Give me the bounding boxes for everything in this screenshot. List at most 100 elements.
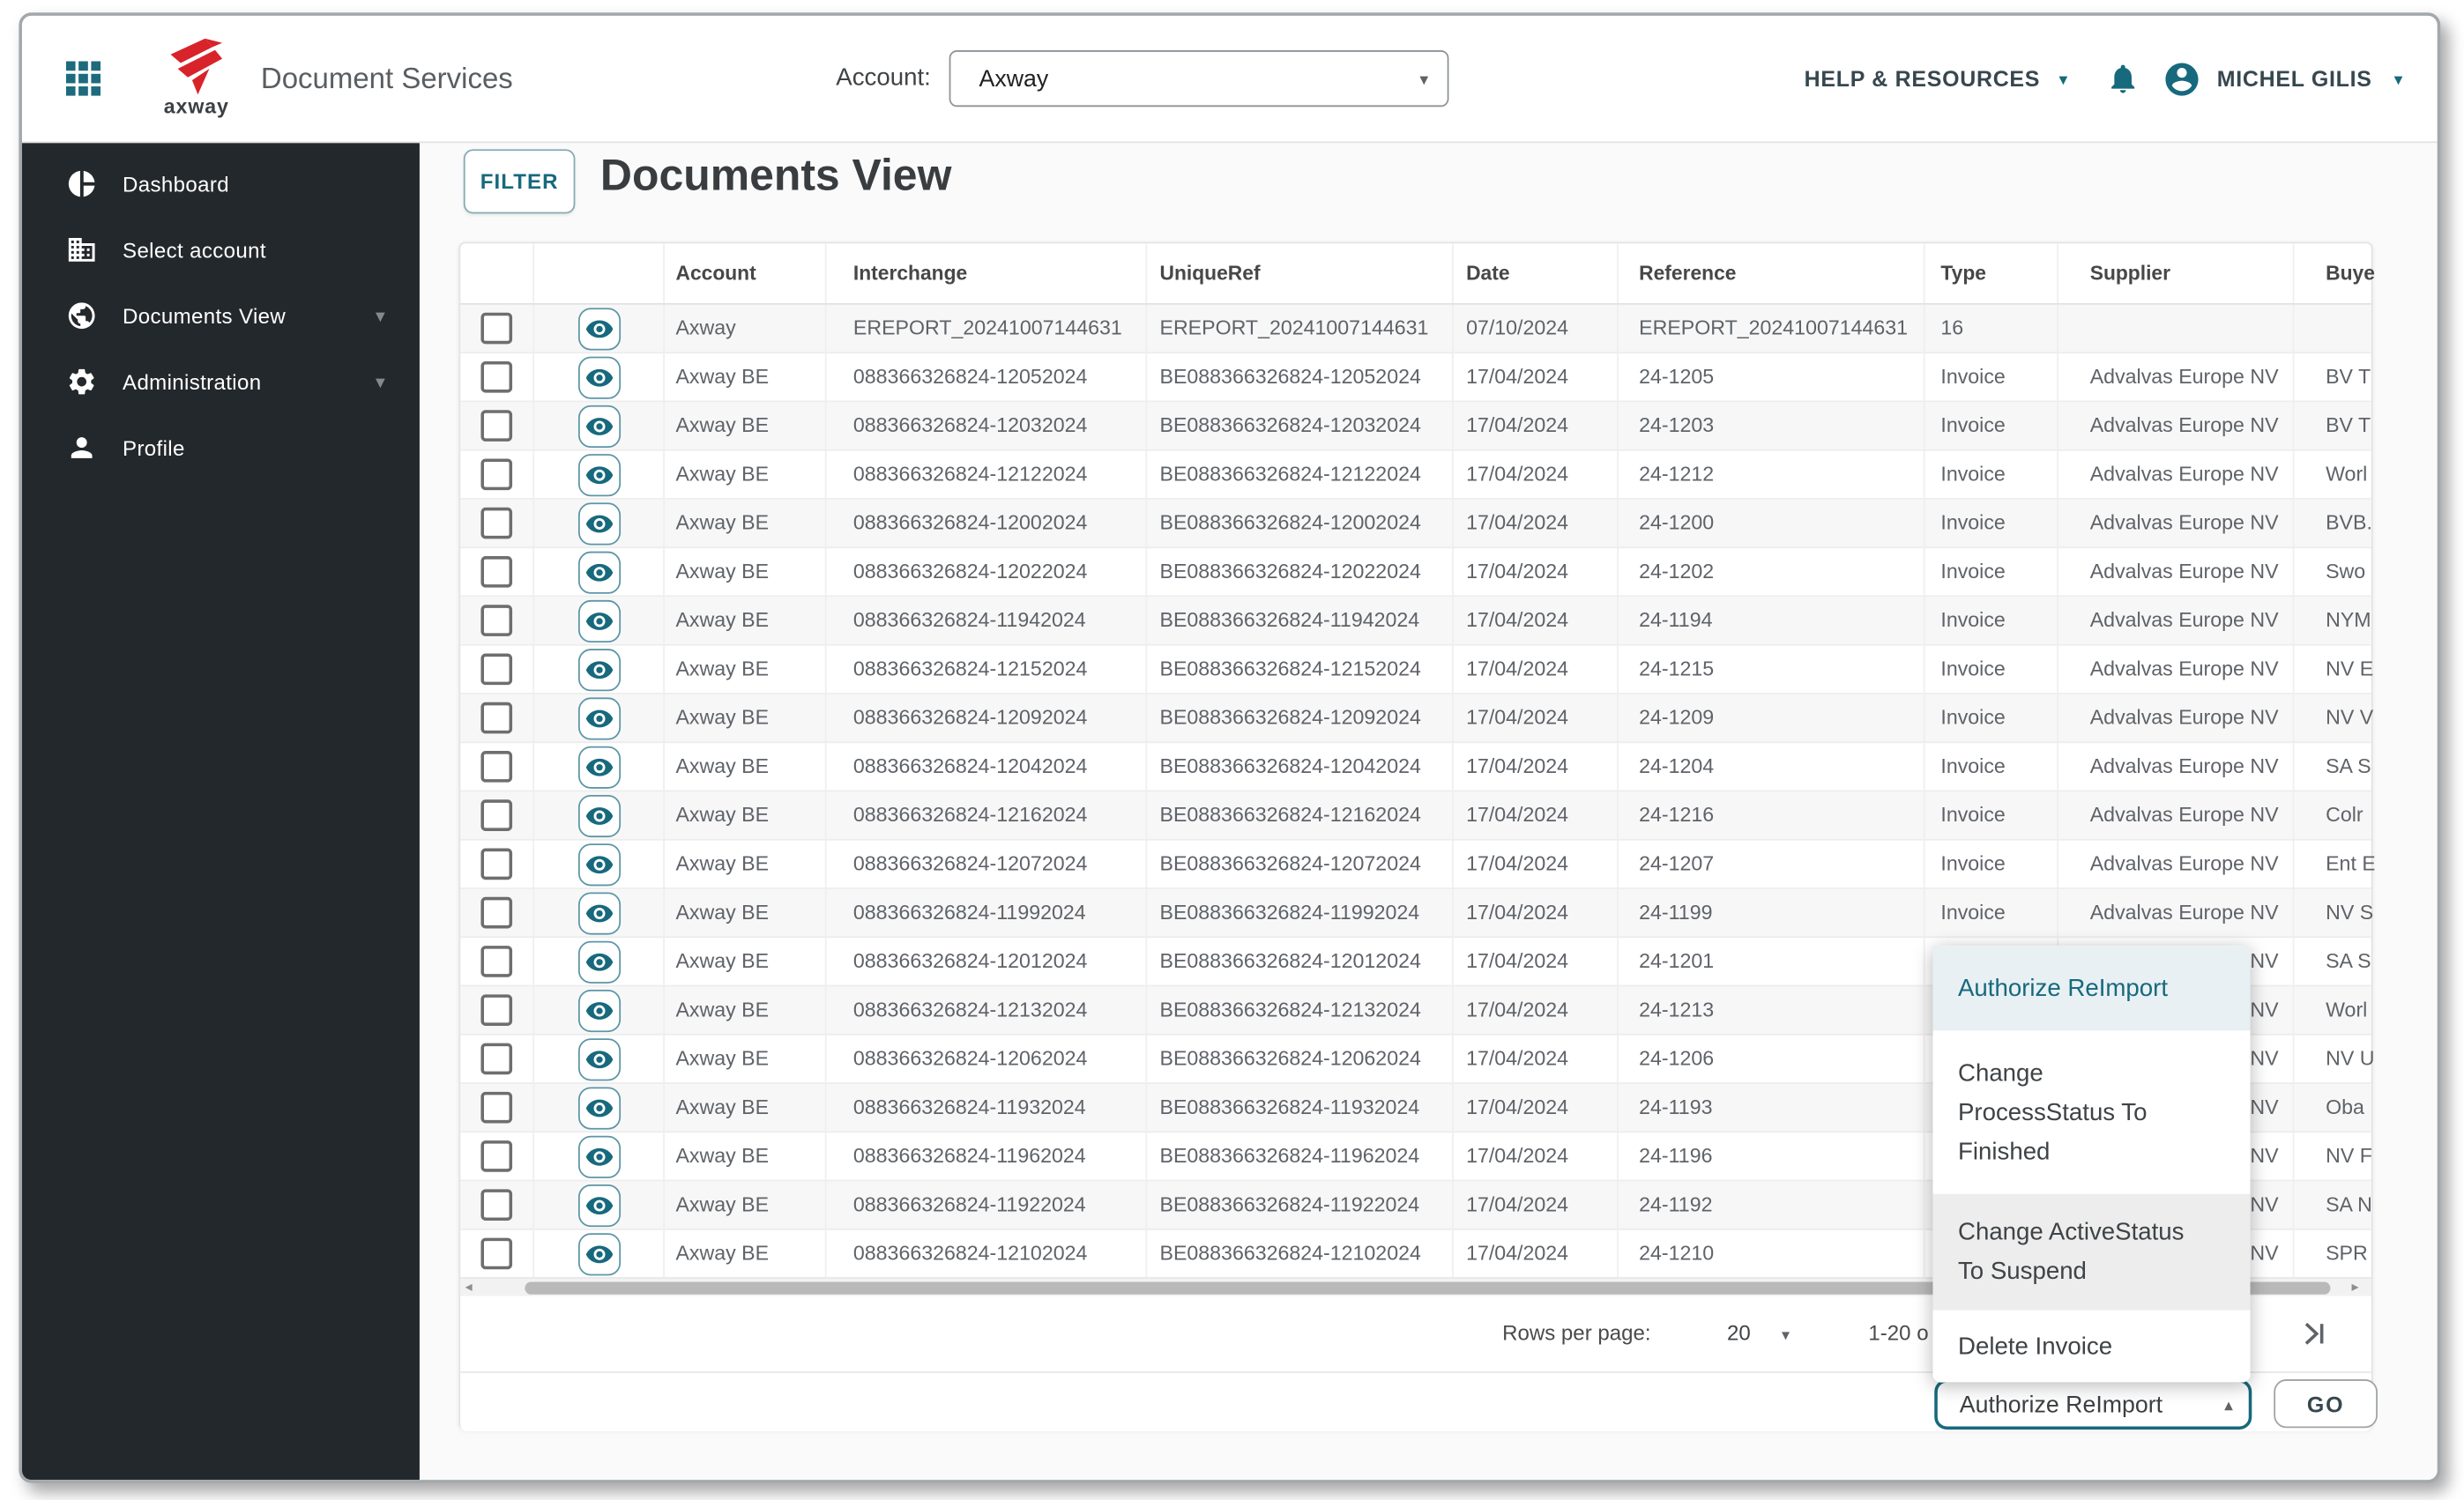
view-document-button[interactable]: [577, 939, 621, 983]
row-checkbox-cell: [460, 1181, 535, 1229]
view-document-button[interactable]: [577, 501, 621, 545]
view-document-button[interactable]: [577, 307, 621, 350]
menu-item-change-activestatus-suspend[interactable]: Change ActiveStatus To Suspend: [1932, 1193, 2251, 1311]
sidebar-item-administration[interactable]: Administration ▾: [22, 349, 420, 415]
sidebar-item-select-account[interactable]: Select account: [22, 217, 420, 283]
row-checkbox[interactable]: [480, 410, 513, 442]
cell-interchange: 088366326824-12032024: [827, 402, 1148, 449]
row-checkbox[interactable]: [480, 799, 513, 831]
row-view-cell: [534, 402, 665, 449]
view-document-button[interactable]: [577, 550, 621, 593]
cell-date: 17/04/2024: [1454, 450, 1619, 499]
view-document-button[interactable]: [577, 1232, 621, 1275]
cell-interchange: 088366326824-12132024: [827, 986, 1148, 1034]
row-checkbox[interactable]: [480, 360, 513, 393]
row-checkbox[interactable]: [480, 556, 513, 588]
row-checkbox[interactable]: [480, 1140, 513, 1172]
chevron-down-icon[interactable]: ▾: [376, 371, 385, 393]
view-document-button[interactable]: [577, 696, 621, 739]
view-document-button[interactable]: [577, 745, 621, 788]
view-document-button[interactable]: [577, 599, 621, 642]
cell-date: 17/04/2024: [1454, 1181, 1619, 1229]
row-checkbox[interactable]: [480, 702, 513, 734]
app-grid-icon[interactable]: [65, 61, 101, 96]
view-document-button[interactable]: [577, 404, 621, 448]
cell-buyer: Worl: [2326, 997, 2368, 1021]
row-checkbox-cell: [460, 402, 535, 449]
cell-date: 17/04/2024: [1454, 986, 1619, 1034]
last-page-button[interactable]: [2296, 1315, 2334, 1353]
user-avatar-icon[interactable]: [2162, 59, 2201, 99]
view-document-button[interactable]: [577, 843, 621, 886]
scroll-right-icon[interactable]: ▸: [2351, 1279, 2358, 1296]
cell-buyer: SA N: [2326, 1192, 2372, 1216]
view-document-button[interactable]: [577, 891, 621, 934]
cell-type: Invoice: [1925, 694, 2059, 742]
chevron-down-icon[interactable]: ▾: [2394, 69, 2403, 88]
go-button-label: GO: [2306, 1391, 2345, 1416]
row-checkbox[interactable]: [480, 946, 513, 977]
user-menu[interactable]: MICHEL GILIS: [2217, 66, 2372, 92]
row-checkbox[interactable]: [480, 458, 513, 491]
cell-interchange: 088366326824-12122024: [827, 450, 1148, 499]
view-document-button[interactable]: [577, 989, 621, 1032]
row-checkbox[interactable]: [480, 605, 513, 636]
help-resources-menu[interactable]: HELP & RESOURCES: [1805, 66, 2040, 92]
row-checkbox[interactable]: [480, 848, 513, 880]
view-document-button[interactable]: [577, 453, 621, 496]
column-header-account: Account: [665, 243, 827, 304]
sidebar-item-profile[interactable]: Profile: [22, 415, 420, 481]
row-checkbox[interactable]: [480, 896, 513, 929]
view-document-button[interactable]: [577, 648, 621, 691]
cell-type: Invoice: [1925, 840, 2059, 888]
cell-reference: 24-1194: [1619, 597, 1925, 644]
row-checkbox[interactable]: [480, 1189, 513, 1222]
row-checkbox[interactable]: [480, 507, 513, 539]
cell-date: 17/04/2024: [1454, 888, 1619, 937]
bulk-action-select[interactable]: Authorize ReImport ▴: [1934, 1379, 2252, 1430]
go-button[interactable]: GO: [2274, 1379, 2378, 1429]
row-checkbox[interactable]: [480, 1091, 513, 1124]
eye-icon: [584, 562, 613, 581]
sidebar-item-dashboard[interactable]: Dashboard: [22, 151, 420, 217]
cell-interchange: 088366326824-12102024: [827, 1229, 1148, 1278]
notifications-bell-icon[interactable]: [2105, 62, 2140, 96]
column-header-reference: Reference: [1619, 243, 1925, 304]
cell-interchange: 088366326824-12072024: [827, 840, 1148, 888]
view-document-button[interactable]: [577, 1037, 621, 1080]
row-checkbox[interactable]: [480, 312, 513, 345]
account-select[interactable]: Axway ▾: [949, 50, 1449, 108]
chevron-down-icon[interactable]: ▾: [2059, 69, 2068, 88]
filter-button[interactable]: FILTER: [463, 149, 576, 214]
view-document-button[interactable]: [577, 1086, 621, 1129]
cell-supplier: Advalvas Europe NV: [2058, 499, 2295, 547]
row-checkbox[interactable]: [480, 751, 513, 783]
row-checkbox[interactable]: [480, 994, 513, 1026]
view-document-button[interactable]: [577, 794, 621, 837]
cell-buyer: SA S: [2326, 754, 2371, 778]
menu-item-label: Change ProcessStatus To Finished: [1957, 1059, 2148, 1165]
chevron-down-icon[interactable]: ▾: [376, 305, 385, 327]
menu-item-authorize-reimport[interactable]: Authorize ReImport: [1932, 946, 2251, 1031]
cell-account: Axway: [665, 304, 827, 353]
row-checkbox-cell: [460, 840, 535, 888]
eye-icon: [584, 514, 613, 532]
rows-per-page-select[interactable]: 20 ▾: [1727, 1296, 1790, 1375]
menu-item-delete-invoice[interactable]: Delete Invoice: [1932, 1311, 2250, 1383]
cell-uniqueref: BE088366326824-12042024: [1147, 743, 1454, 791]
cell-uniqueref: BE088366326824-12062024: [1147, 1035, 1454, 1083]
sidebar-nav: Dashboard Select account Documents View …: [21, 141, 420, 1481]
cell-type: Invoice: [1925, 450, 2059, 499]
cell-interchange: 088366326824-12062024: [827, 1035, 1148, 1083]
menu-item-change-processstatus-finished[interactable]: Change ProcessStatus To Finished: [1932, 1030, 2250, 1193]
sidebar-item-documents-view[interactable]: Documents View ▾: [22, 283, 420, 349]
cell-type: Invoice: [1925, 353, 2059, 401]
view-document-button[interactable]: [577, 355, 621, 398]
scroll-left-icon[interactable]: ◂: [465, 1279, 473, 1296]
row-checkbox[interactable]: [480, 653, 513, 686]
view-document-button[interactable]: [577, 1184, 621, 1227]
view-document-button[interactable]: [577, 1134, 621, 1177]
cell-buyer: [2294, 305, 2374, 352]
row-checkbox[interactable]: [480, 1043, 513, 1075]
row-checkbox[interactable]: [480, 1237, 513, 1270]
